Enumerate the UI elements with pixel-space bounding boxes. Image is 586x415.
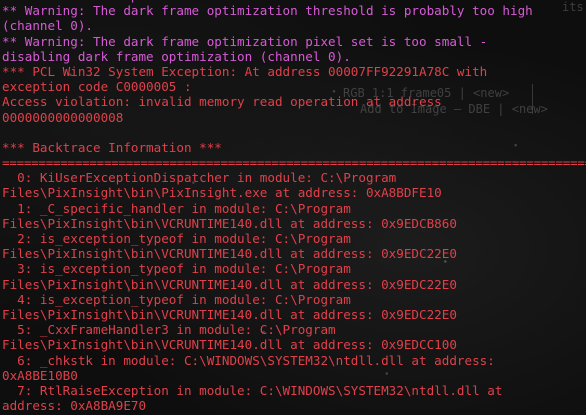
console-line: 0000000000000008 [2, 109, 124, 125]
console-line: Files\PixInsight\bin\VCRUNTIME140.dll at… [2, 215, 457, 231]
console-separator: ========================================… [2, 155, 586, 171]
console-line: Files\PixInsight\bin\VCRUNTIME140.dll at… [2, 276, 457, 292]
console-line: address: 0xA8BA9E70 [2, 398, 147, 414]
console-line: (channel 0). [2, 18, 93, 34]
console-line: *** Backtrace Information *** [2, 139, 222, 155]
console-line: disabling dark frame optimization (chann… [2, 48, 351, 64]
console-line: Files\PixInsight\bin\VCRUNTIME140.dll at… [2, 337, 457, 353]
console-line: 7: RtlRaiseException in module: C:\WINDO… [2, 382, 503, 398]
console-line: 5: _CxxFrameHandler3 in module: C:\Progr… [2, 322, 336, 338]
console-line: exception code C0000005 : [2, 79, 192, 95]
console-line: ** Warning: The dark frame optimization … [2, 3, 533, 19]
console-line: Access violation: invalid memory read op… [2, 94, 442, 110]
console-output: *** Cloudless is pr cessed** Warning: Th… [2, 0, 586, 415]
console-line: 3: is_exception_typeof in module: C:\Pro… [2, 261, 351, 277]
console-line: 0: KiUserExceptionDispatcher in module: … [2, 170, 397, 186]
console-line: 4: is_exception_typeof in module: C:\Pro… [2, 291, 351, 307]
console-line: ** Warning: The dark frame optimization … [2, 33, 488, 49]
console-line: Files\PixInsight\bin\VCRUNTIME140.dll at… [2, 306, 457, 322]
console-line: 1: _C_specific_handler in module: C:\Pro… [2, 200, 351, 216]
process-console[interactable]: RGB 1:1 frame05 | <new> Add to Image — D… [0, 0, 586, 415]
console-line: 6: _chkstk in module: C:\WINDOWS\SYSTEM3… [2, 352, 495, 368]
console-line: *** PCL Win32 System Exception: At addre… [2, 63, 488, 79]
console-line: Files\PixInsight\bin\VCRUNTIME140.dll at… [2, 246, 457, 262]
console-line: 0xA8BE10B0 [2, 367, 78, 383]
console-line: Files\PixInsight\bin\PixInsight.exe at a… [2, 185, 442, 201]
console-line: 2: is_exception_typeof in module: C:\Pro… [2, 231, 351, 246]
